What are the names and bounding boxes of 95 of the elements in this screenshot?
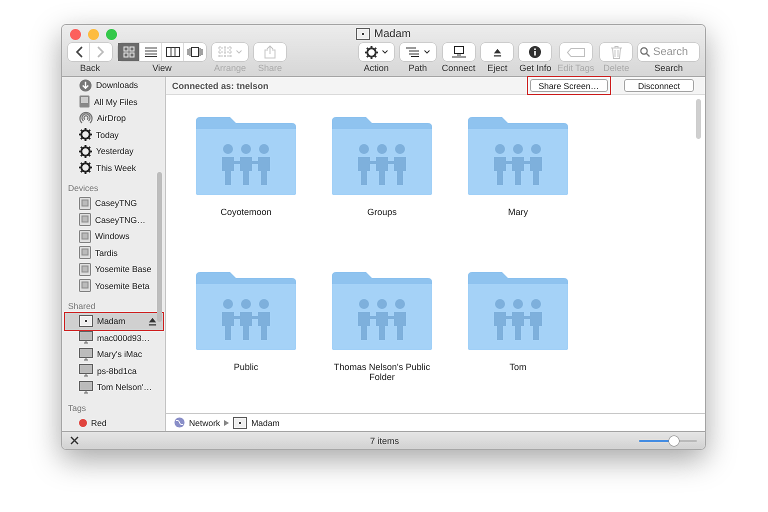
eject-icon (148, 316, 157, 326)
folder-name: Thomas Nelson's Public Folder (332, 362, 432, 382)
server-icon (233, 416, 248, 428)
shared-folder-icon[interactable] (330, 115, 434, 197)
toolbar-button[interactable] (519, 43, 552, 61)
grid-icon (218, 46, 232, 58)
toolbar-label: Connect (442, 63, 476, 73)
connection-status: Connected as: tnelson (172, 80, 269, 90)
minimize-button[interactable] (88, 28, 99, 40)
path-arrow-icon (224, 420, 230, 426)
close-button[interactable] (70, 28, 81, 40)
sidebar-item[interactable]: ps-8bd1ca (65, 362, 163, 379)
zoom-button[interactable] (106, 28, 117, 40)
sidebar-item[interactable]: CaseyTNG… (65, 212, 163, 228)
search-input[interactable]: Search (653, 46, 698, 58)
sidebar-item[interactable]: Red (65, 414, 163, 431)
folder-name: Groups (366, 207, 398, 217)
scrollbar[interactable] (696, 99, 701, 139)
grid-view-icon (122, 46, 134, 58)
toolbar-label: Eject (487, 63, 508, 73)
globe-icon (174, 417, 185, 428)
airdrop-icon (79, 111, 93, 126)
gear-icon (79, 161, 92, 174)
info-icon (529, 46, 542, 58)
monitor-icon (79, 331, 93, 344)
chevron-icon (424, 50, 430, 54)
trash-icon (610, 46, 622, 58)
shared-folder-icon[interactable] (330, 270, 434, 352)
sidebar-item[interactable]: Downloads (65, 77, 163, 94)
toolbar-label: Back (80, 63, 100, 73)
sidebar-heading: Devices (67, 182, 100, 195)
path-item[interactable]: Network (189, 418, 220, 428)
sidebar-item[interactable]: Windows (65, 228, 163, 244)
folder-name: Coyotemoon (219, 207, 273, 217)
shared-folder-icon[interactable] (194, 270, 298, 352)
sidebar-heading: Shared (67, 300, 96, 313)
sidebar-item[interactable]: Yosemite Base (65, 261, 163, 278)
toolbar-label: View (152, 63, 172, 73)
view-mode-button[interactable] (118, 43, 140, 61)
path-icon (406, 47, 420, 57)
sidebar-item[interactable]: All My Files (65, 94, 163, 110)
scrollbar[interactable] (157, 172, 162, 322)
folder-name: Tom (508, 362, 528, 372)
path-item[interactable]: Madam (251, 418, 280, 428)
search-field[interactable]: Search (638, 43, 700, 61)
chevron-icon (382, 50, 388, 54)
connection-button[interactable]: Share Screen… (526, 76, 611, 95)
toolbar-button[interactable] (358, 43, 394, 61)
search-icon (640, 47, 650, 57)
shared-folder-icon[interactable] (194, 115, 298, 197)
sidebar-item[interactable]: AirDrop (65, 110, 163, 126)
server-icon (79, 315, 93, 328)
gear-icon (364, 46, 378, 58)
sidebar-item[interactable]: Madam (65, 313, 163, 330)
monitor-icon (79, 348, 93, 361)
gear-icon (79, 144, 92, 158)
share-icon (264, 45, 276, 59)
eject-icon (492, 48, 502, 56)
folder-name: Public (232, 362, 260, 372)
server-icon (356, 28, 370, 40)
toolbar-button[interactable] (481, 43, 514, 61)
files-icon (79, 95, 90, 108)
sidebar-item[interactable]: Mary's iMac (65, 346, 163, 362)
sidebar-item[interactable]: mac000d93… (65, 330, 163, 346)
monitor-icon (79, 380, 93, 394)
close-icon[interactable] (70, 436, 79, 445)
column-view-icon (166, 47, 180, 57)
list-view-icon (144, 47, 156, 57)
tag-icon (566, 48, 585, 56)
monitor-icon (79, 364, 93, 378)
toolbar-button[interactable] (442, 43, 475, 61)
computer-icon (452, 46, 466, 58)
sidebar-item[interactable]: This Week (65, 160, 163, 176)
cover-flow-icon (187, 47, 203, 57)
window-title: Madam (374, 28, 411, 40)
gear-icon (79, 128, 92, 142)
toolbar-label: Search (654, 63, 683, 73)
chevron-icon (236, 50, 242, 54)
toolbar-label: Path (408, 63, 428, 73)
connection-button[interactable]: Disconnect (621, 76, 697, 95)
sidebar-item[interactable]: Today (65, 126, 163, 143)
download-icon (79, 78, 92, 92)
sidebar-item[interactable]: Tom Nelson'… (65, 379, 163, 396)
folder-name: Mary (507, 207, 529, 217)
shared-folder-icon[interactable] (466, 270, 570, 352)
sidebar-item[interactable]: CaseyTNG (65, 195, 163, 212)
sidebar-item[interactable]: Yesterday (65, 143, 163, 160)
sidebar-item[interactable]: Yosemite Beta (65, 278, 163, 294)
sidebar-item[interactable]: Tardis (65, 244, 163, 261)
toolbar-label: Action (364, 63, 389, 73)
sidebar-heading: Tags (67, 402, 87, 414)
item-count: 7 items (370, 436, 400, 446)
shared-folder-icon[interactable] (466, 115, 570, 197)
toolbar-label: Get Info (519, 63, 552, 73)
toolbar-button[interactable] (400, 43, 436, 61)
